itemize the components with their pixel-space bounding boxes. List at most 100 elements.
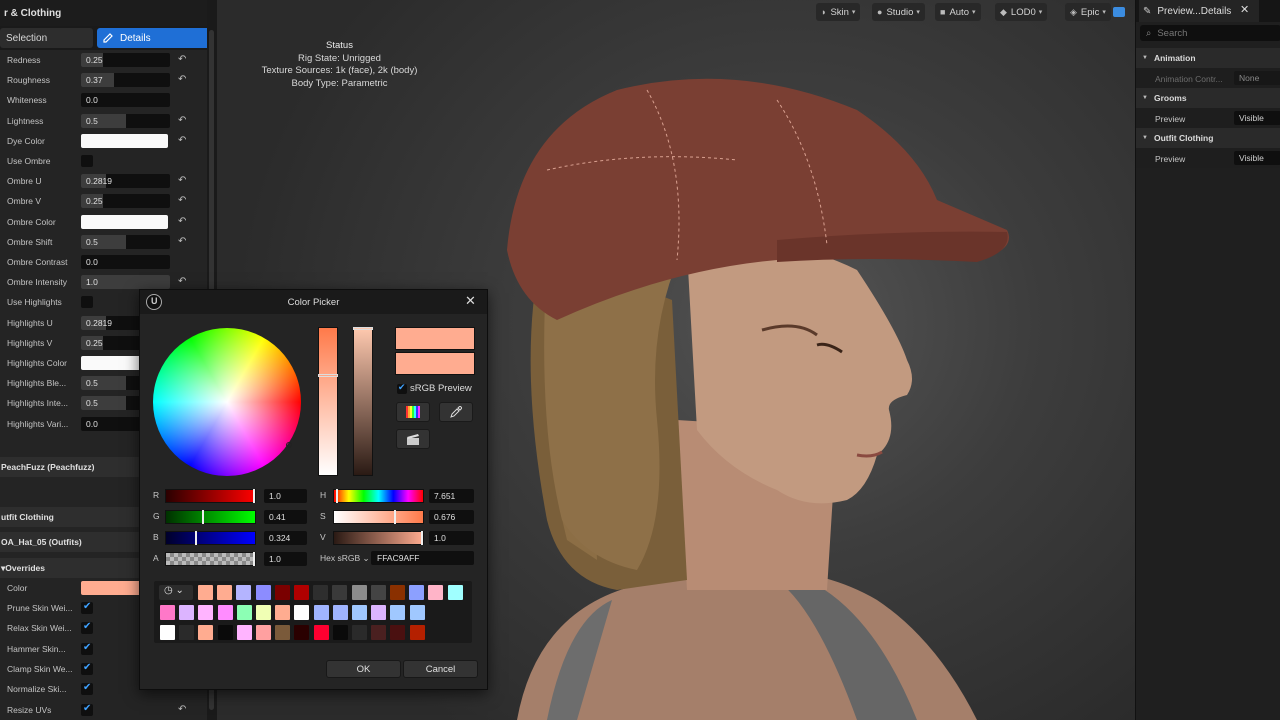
palette-swatch[interactable] — [179, 605, 195, 620]
palette-swatch[interactable] — [332, 605, 348, 620]
channel-h-slider[interactable] — [333, 489, 424, 503]
channel-s-input[interactable]: 0.676 — [429, 510, 474, 524]
reset-to-default-icon[interactable]: ↶ — [178, 74, 186, 85]
hex-mode-dropdown[interactable]: Hex sRGB ⌄ — [320, 553, 370, 564]
checkbox[interactable] — [81, 621, 93, 635]
reset-to-default-icon[interactable]: ↶ — [178, 135, 186, 146]
palette-swatch[interactable] — [256, 605, 271, 620]
palette-swatch[interactable] — [275, 625, 291, 640]
dialog-title-bar[interactable]: Color Picker ✕ — [140, 290, 487, 314]
checkbox[interactable] — [81, 662, 93, 675]
hex-input[interactable]: FFAC9AFF — [371, 551, 474, 565]
color-swatch[interactable] — [81, 133, 168, 148]
eyedropper-button[interactable] — [439, 402, 473, 422]
palette-swatch[interactable] — [255, 585, 271, 600]
palette-swatch[interactable] — [371, 605, 387, 620]
palette-swatch[interactable] — [160, 605, 175, 620]
close-icon[interactable]: ✕ — [465, 293, 476, 309]
palette-swatch[interactable] — [313, 605, 329, 620]
palette-swatch[interactable] — [217, 605, 233, 620]
checkbox[interactable] — [81, 155, 93, 167]
toolbar-studio-button[interactable]: ● Studio ▾ — [872, 3, 925, 21]
palette-swatch[interactable] — [447, 585, 463, 600]
palette-swatch[interactable] — [390, 605, 406, 620]
channel-r-input[interactable]: 1.0 — [264, 489, 307, 503]
reset-to-default-icon[interactable]: ↶ — [178, 54, 186, 65]
palette-swatch[interactable] — [179, 625, 195, 640]
palette-swatch[interactable] — [332, 625, 348, 640]
channel-v-slider[interactable] — [333, 531, 424, 545]
slider-handle[interactable] — [421, 531, 424, 545]
palette-swatch[interactable] — [428, 585, 444, 600]
channel-s-slider[interactable] — [333, 510, 424, 524]
srgb-preview-checkbox[interactable]: sRGB Preview — [397, 382, 472, 394]
palette-history-dropdown[interactable]: ◷ ⌄ — [159, 585, 193, 600]
palette-swatch[interactable] — [236, 585, 252, 600]
slider-handle[interactable] — [335, 489, 338, 503]
old-color-swatch[interactable] — [395, 352, 475, 375]
number-field[interactable]: 0.0 — [81, 93, 170, 108]
reset-to-default-icon[interactable]: ↶ — [178, 216, 186, 227]
palette-swatch[interactable] — [198, 605, 214, 620]
checkbox[interactable] — [81, 682, 93, 696]
color-themes-button[interactable] — [396, 402, 430, 422]
palette-swatch[interactable] — [390, 625, 406, 640]
section-header[interactable]: ▼ Outfit Clothing — [1136, 128, 1280, 148]
palette-swatch[interactable] — [371, 625, 387, 640]
color-wheel[interactable] — [153, 328, 301, 476]
section-header[interactable]: ▼ Grooms — [1136, 88, 1280, 108]
palette-swatch[interactable] — [236, 625, 252, 640]
palette-swatch[interactable] — [236, 605, 252, 620]
slider-handle[interactable] — [253, 489, 256, 503]
palette-swatch[interactable] — [332, 585, 348, 600]
reset-to-default-icon[interactable]: ↶ — [178, 175, 186, 186]
number-field[interactable]: 0.5 — [81, 113, 170, 128]
cancel-button[interactable]: Cancel — [403, 660, 478, 678]
palette-swatch[interactable] — [351, 585, 367, 600]
reset-to-default-icon[interactable]: ↶ — [178, 276, 186, 287]
toolbar-skin-button[interactable]: ◗ Skin ▾ — [816, 3, 861, 21]
reset-to-default-icon[interactable]: ↶ — [178, 195, 186, 206]
number-field[interactable]: 0.25 — [81, 194, 170, 209]
palette-swatch[interactable] — [352, 605, 367, 620]
channel-a-input[interactable]: 1.0 — [264, 552, 307, 566]
color-wheel-marker[interactable] — [286, 442, 292, 448]
toolbar-lod0-button[interactable]: ◆ LOD0 ▾ — [995, 3, 1048, 21]
palette-swatch[interactable] — [198, 585, 213, 600]
close-icon[interactable]: ✕ — [1240, 3, 1249, 16]
checkbox[interactable] — [81, 703, 93, 716]
palette-swatch[interactable] — [409, 605, 425, 620]
tab-selection[interactable]: Selection — [0, 28, 93, 48]
palette-swatch[interactable] — [198, 625, 214, 640]
palette-swatch[interactable] — [217, 625, 233, 640]
toolbar-auto-button[interactable]: ■ Auto ▾ — [935, 3, 981, 21]
number-field[interactable]: 0.2819 — [81, 174, 170, 189]
tab-details[interactable]: Details — [97, 28, 211, 48]
value-bar[interactable] — [353, 327, 373, 476]
property-dropdown[interactable]: Visible — [1234, 111, 1280, 125]
palette-swatch[interactable] — [409, 585, 425, 600]
search-input[interactable]: ⌕ Search — [1140, 25, 1280, 41]
channel-h-input[interactable]: 7.651 — [429, 489, 474, 503]
slider-handle[interactable] — [194, 531, 197, 545]
color-swatch[interactable] — [81, 214, 168, 229]
checkbox[interactable] — [81, 601, 93, 614]
channel-a-slider[interactable] — [165, 552, 256, 566]
slider-handle[interactable] — [394, 510, 397, 524]
viewport-settings-icon[interactable] — [1113, 7, 1125, 17]
section-header[interactable]: ▼ Animation — [1136, 48, 1280, 68]
palette-swatch[interactable] — [160, 625, 175, 640]
palette-swatch[interactable] — [390, 585, 405, 600]
palette-swatch[interactable] — [256, 625, 271, 640]
ok-button[interactable]: OK — [326, 660, 401, 678]
saturation-bar-handle[interactable] — [318, 374, 338, 377]
toolbar-epic-button[interactable]: ◈ Epic ▾ — [1065, 3, 1111, 21]
channel-b-input[interactable]: 0.324 — [264, 531, 307, 545]
palette-swatch[interactable] — [409, 625, 425, 640]
checkbox[interactable] — [81, 642, 93, 655]
value-bar-handle[interactable] — [353, 327, 373, 330]
palette-swatch[interactable] — [294, 605, 310, 620]
channel-g-input[interactable]: 0.41 — [264, 510, 307, 524]
color-theme-editor-button[interactable] — [396, 429, 430, 449]
saturation-bar[interactable] — [318, 327, 338, 476]
